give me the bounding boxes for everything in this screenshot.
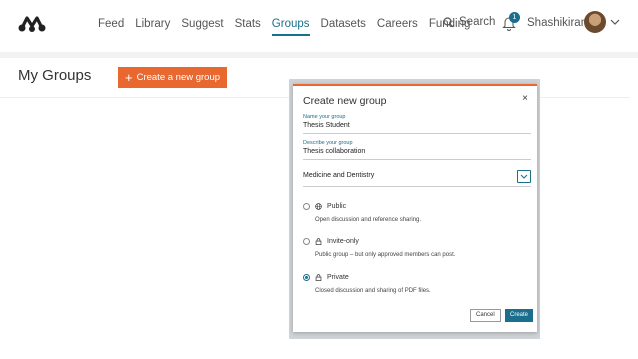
option-invite-only-description: Public group – but only approved members… <box>315 252 456 258</box>
avatar[interactable] <box>584 11 606 33</box>
page-title: My Groups <box>18 67 92 84</box>
option-public[interactable]: Public Open discussion and reference sha… <box>303 203 531 223</box>
radio-public[interactable] <box>303 203 310 210</box>
mendeley-logo-icon[interactable] <box>18 14 46 34</box>
top-navigation-bar: Feed Library Suggest Stats Groups Datase… <box>0 0 638 52</box>
discipline-select[interactable]: Medicine and Dentistry <box>303 167 531 187</box>
search-icon <box>443 16 454 27</box>
group-description-field[interactable]: Describe your group Thesis collaboration <box>303 140 531 160</box>
option-private[interactable]: Private Closed discussion and sharing of… <box>303 274 531 294</box>
option-public-description: Open discussion and reference sharing. <box>315 217 422 223</box>
chevron-down-icon <box>520 174 528 179</box>
notification-count-badge: 1 <box>509 12 520 23</box>
discipline-value: Medicine and Dentistry <box>303 172 375 179</box>
dialog-title: Create new group <box>303 95 387 107</box>
main-nav: Feed Library Suggest Stats Groups Datase… <box>98 17 481 36</box>
nav-item-library[interactable]: Library <box>135 17 170 36</box>
dropdown-arrow[interactable] <box>517 170 531 183</box>
lock-icon <box>315 274 322 281</box>
option-invite-only[interactable]: Invite-only Public group – but only appr… <box>303 238 531 258</box>
nav-item-suggest[interactable]: Suggest <box>181 17 223 36</box>
group-name-input[interactable]: Thesis Student <box>303 121 531 133</box>
create-new-group-button[interactable]: + Create a new group <box>118 67 228 88</box>
lock-icon <box>315 238 322 245</box>
nav-item-datasets[interactable]: Datasets <box>321 17 366 36</box>
radio-invite-only[interactable] <box>303 238 310 245</box>
group-name-field[interactable]: Name your group Thesis Student <box>303 114 531 134</box>
search-label: Search <box>459 16 496 28</box>
close-icon[interactable]: × <box>522 93 528 104</box>
plus-icon: + <box>125 70 133 85</box>
group-name-label: Name your group <box>303 114 346 120</box>
option-invite-only-label: Invite-only <box>327 238 359 245</box>
chevron-down-icon[interactable] <box>610 18 620 26</box>
create-new-group-label: Create a new group <box>136 72 221 83</box>
globe-icon <box>315 203 322 210</box>
option-private-description: Closed discussion and sharing of PDF fil… <box>315 288 431 294</box>
nav-item-groups[interactable]: Groups <box>271 17 310 36</box>
group-description-input[interactable]: Thesis collaboration <box>303 147 531 159</box>
radio-private[interactable] <box>303 274 310 281</box>
option-private-label: Private <box>327 274 349 281</box>
nav-item-feed[interactable]: Feed <box>98 17 124 36</box>
group-description-label: Describe your group <box>303 140 353 146</box>
nav-item-careers[interactable]: Careers <box>377 17 418 36</box>
cancel-button[interactable]: Cancel <box>470 309 501 322</box>
create-group-dialog: Create new group × Name your group Thesi… <box>293 84 537 332</box>
create-button[interactable]: Create <box>505 309 534 322</box>
option-public-label: Public <box>327 203 347 210</box>
user-name[interactable]: Shashikiran <box>527 17 587 29</box>
nav-item-stats[interactable]: Stats <box>235 17 261 36</box>
search-button[interactable]: Search <box>443 16 495 28</box>
